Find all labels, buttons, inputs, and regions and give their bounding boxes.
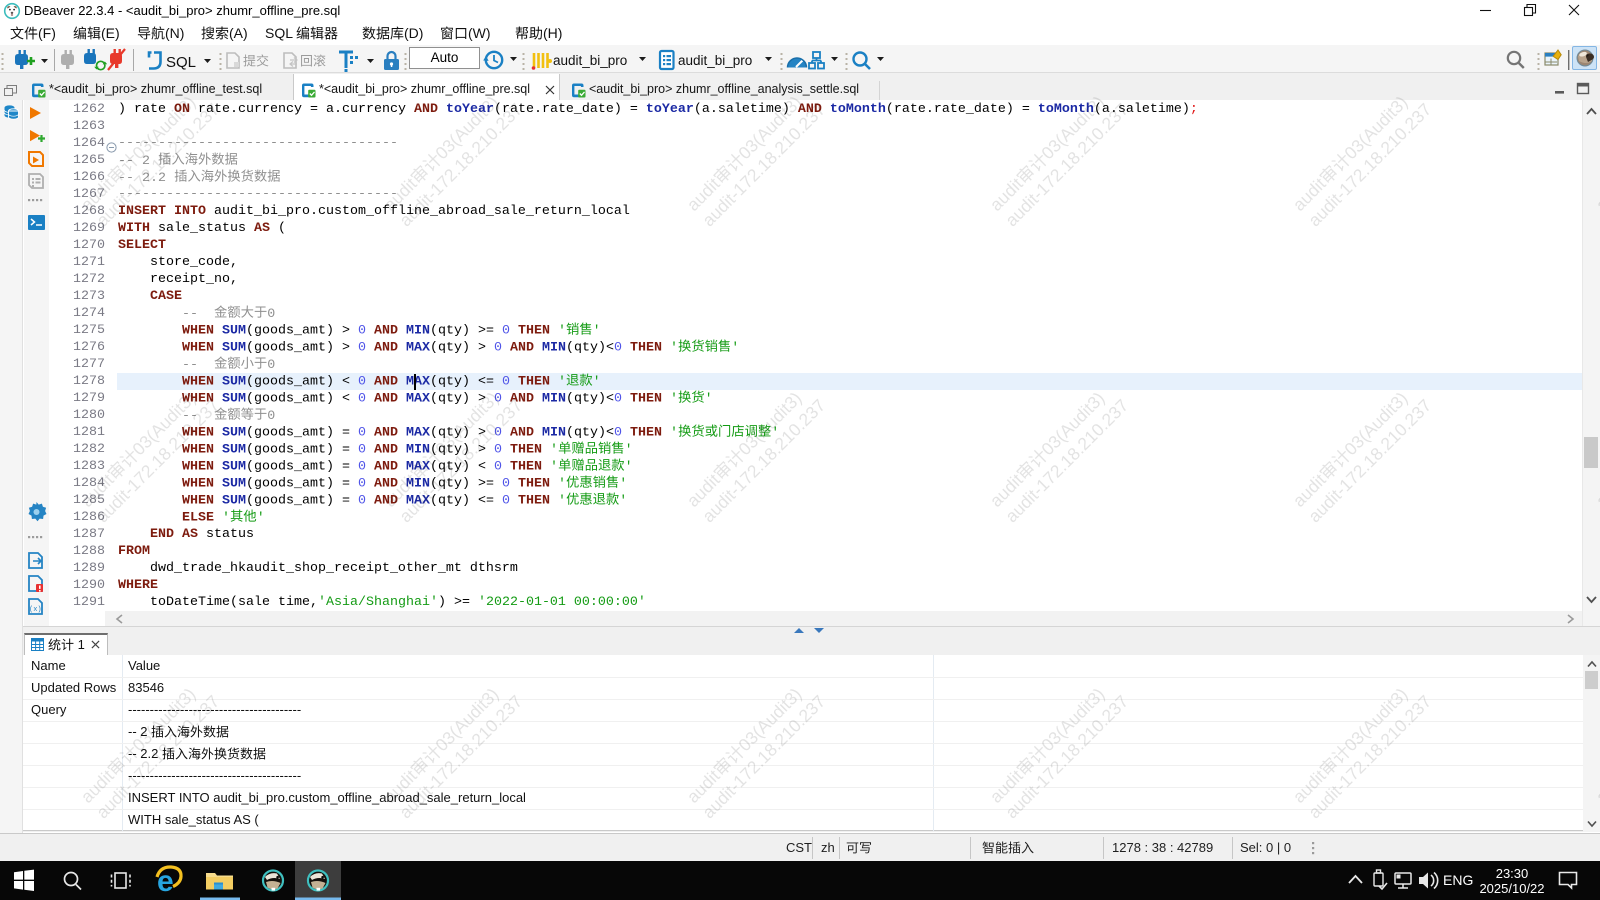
svg-text:SQL: SQL — [166, 54, 196, 71]
svg-text:ENG: ENG — [1443, 872, 1473, 888]
